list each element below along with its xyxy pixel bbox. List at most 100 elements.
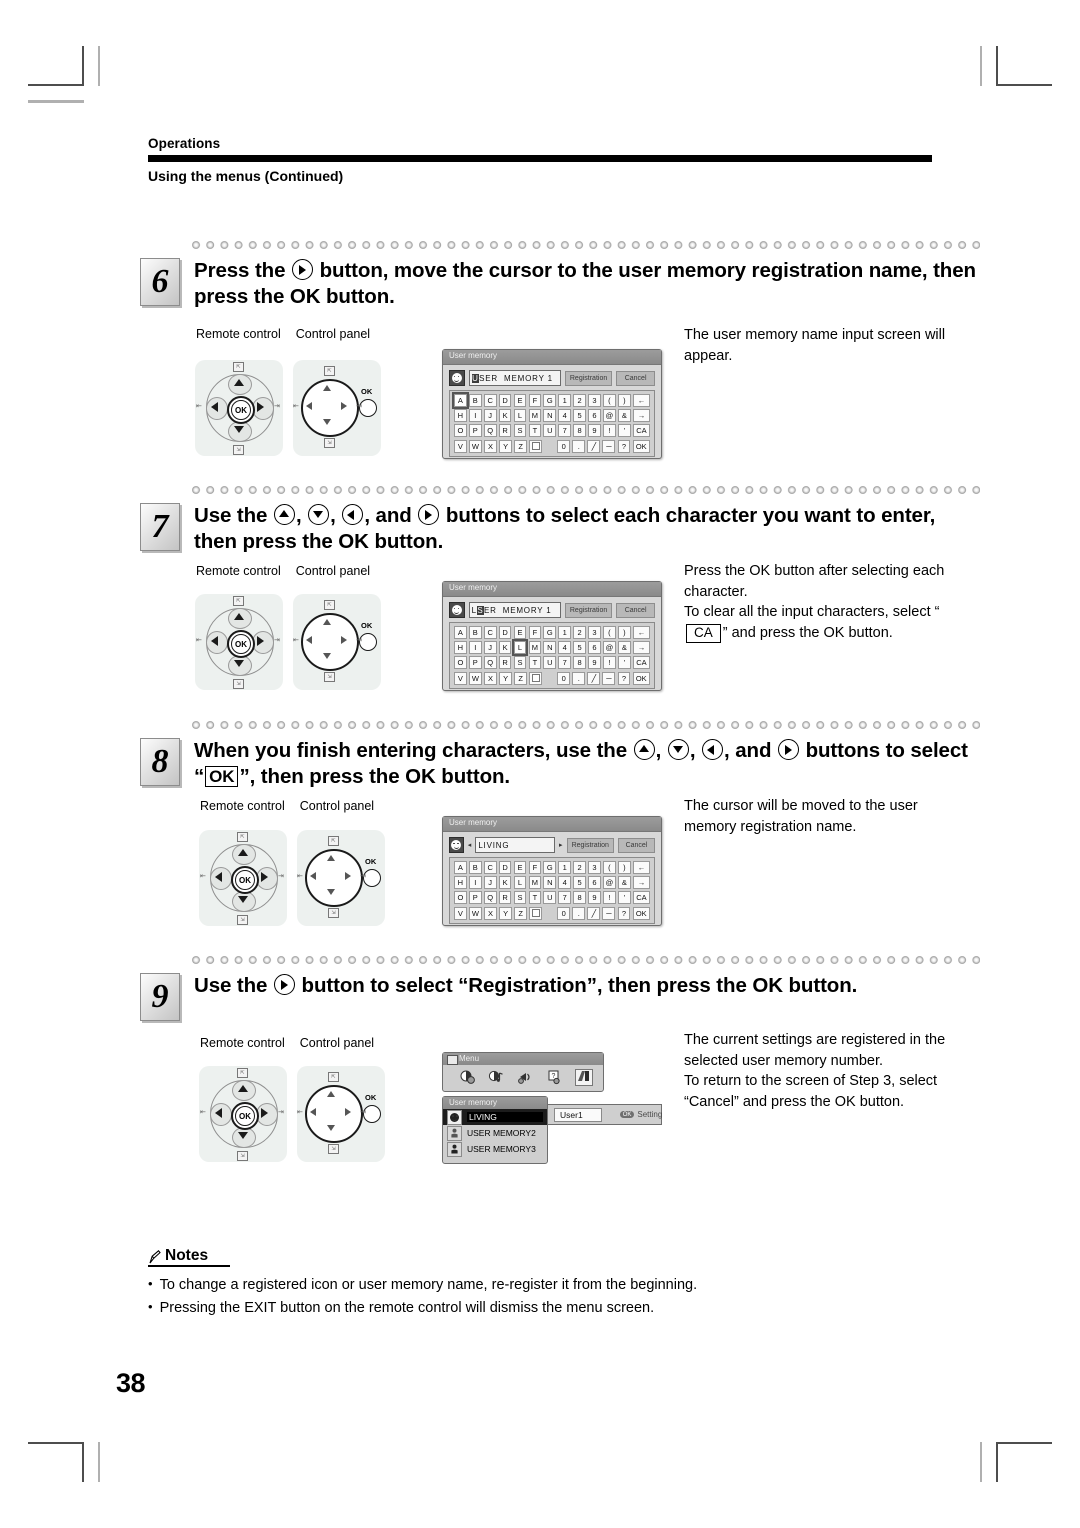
key-0[interactable]: 0 <box>557 671 571 685</box>
key-T[interactable]: T <box>528 424 542 438</box>
key-R[interactable]: R <box>498 424 512 438</box>
key-Z[interactable]: Z <box>514 671 528 685</box>
key-J[interactable]: J <box>483 876 497 890</box>
key-paren-close[interactable]: ) <box>617 394 631 407</box>
key-U[interactable]: U <box>543 891 557 905</box>
key-G[interactable]: G <box>543 626 557 639</box>
key-D[interactable]: D <box>498 861 512 874</box>
key-Q[interactable]: Q <box>483 656 497 670</box>
key-forward[interactable]: → <box>632 876 651 890</box>
key-clear-all[interactable]: CA <box>632 656 651 670</box>
key-M[interactable]: M <box>528 876 542 890</box>
key-dash[interactable]: ─ <box>602 439 616 453</box>
key-S[interactable]: S <box>513 656 527 670</box>
key-J[interactable]: J <box>483 641 497 655</box>
user-memory-row-living[interactable]: LIVING <box>443 1109 547 1125</box>
key-X[interactable]: X <box>484 906 497 920</box>
key-3[interactable]: 3 <box>588 626 601 639</box>
key-H[interactable]: H <box>454 641 467 655</box>
key-A[interactable]: A <box>454 626 467 639</box>
cancel-button-6[interactable]: Cancel <box>616 370 655 386</box>
key-H[interactable]: H <box>454 409 467 423</box>
key-C[interactable]: C <box>483 626 497 639</box>
key-I[interactable]: I <box>468 641 482 655</box>
key-paren-open[interactable]: ( <box>603 861 616 874</box>
key-7[interactable]: 7 <box>558 424 572 438</box>
osd-keyboard-6[interactable]: A B C D E F G 1 2 3 ( ) ← H I J K L M N … <box>449 390 655 457</box>
key-E[interactable]: E <box>513 394 527 407</box>
key-1[interactable]: 1 <box>558 626 572 639</box>
key-Y[interactable]: Y <box>499 439 512 453</box>
key-ampersand[interactable]: & <box>617 641 631 655</box>
key-N[interactable]: N <box>543 409 557 423</box>
key-3[interactable]: 3 <box>588 861 601 874</box>
key-backspace[interactable]: ← <box>632 626 651 639</box>
key-8[interactable]: 8 <box>573 424 586 438</box>
key-space[interactable] <box>529 906 543 920</box>
key-at[interactable]: @ <box>603 876 616 890</box>
key-B[interactable]: B <box>468 861 482 874</box>
key-paren-close[interactable]: ) <box>617 626 631 639</box>
key-S[interactable]: S <box>513 891 527 905</box>
key-E[interactable]: E <box>513 626 527 639</box>
key-forward[interactable]: → <box>632 641 651 655</box>
key-6[interactable]: 6 <box>588 409 601 423</box>
key-T[interactable]: T <box>528 891 542 905</box>
registration-button-8[interactable]: Registration <box>566 837 614 853</box>
key-L[interactable]: L <box>511 639 529 657</box>
key-J[interactable]: J <box>483 409 497 423</box>
key-4[interactable]: 4 <box>558 409 572 423</box>
key-O[interactable]: O <box>454 424 467 438</box>
key-V[interactable]: V <box>454 671 467 685</box>
key-7[interactable]: 7 <box>558 656 572 670</box>
key-slash[interactable]: ╱ <box>587 906 601 920</box>
key-question[interactable]: ? <box>617 439 631 453</box>
key-paren-open[interactable]: ( <box>603 626 616 639</box>
key-ok[interactable]: OK <box>632 671 650 685</box>
key-6[interactable]: 6 <box>588 876 601 890</box>
key-N[interactable]: N <box>543 876 557 890</box>
key-Y[interactable]: Y <box>499 671 512 685</box>
key-forward[interactable]: → <box>632 409 651 423</box>
key-M[interactable]: M <box>528 409 542 423</box>
key-ampersand[interactable]: & <box>617 876 631 890</box>
key-X[interactable]: X <box>484 671 497 685</box>
key-1[interactable]: 1 <box>558 394 572 407</box>
key-exclaim[interactable]: ! <box>603 891 616 905</box>
name-input-field-8[interactable]: LIVING <box>475 837 556 853</box>
key-ok[interactable]: OK <box>632 906 650 920</box>
audio-menu-icon[interactable] <box>488 1070 505 1085</box>
key-O[interactable]: O <box>454 656 467 670</box>
key-question[interactable]: ? <box>617 906 631 920</box>
key-P[interactable]: P <box>468 656 482 670</box>
cancel-button-7[interactable]: Cancel <box>616 602 655 618</box>
key-6[interactable]: 6 <box>588 641 601 655</box>
key-8[interactable]: 8 <box>573 656 586 670</box>
key-5[interactable]: 5 <box>573 876 586 890</box>
key-9[interactable]: 9 <box>588 424 601 438</box>
key-C[interactable]: C <box>483 861 497 874</box>
user-memory-row-3[interactable]: USER MEMORY3 <box>443 1141 547 1157</box>
key-apostrophe[interactable]: ' <box>617 891 631 905</box>
key-M[interactable]: M <box>528 641 542 655</box>
key-S[interactable]: S <box>513 424 527 438</box>
key-3[interactable]: 3 <box>588 394 601 407</box>
user-memory-row-2[interactable]: USER MEMORY2 <box>443 1125 547 1141</box>
key-space[interactable] <box>529 671 543 685</box>
registration-button-7[interactable]: Registration <box>564 602 613 618</box>
key-4[interactable]: 4 <box>558 641 572 655</box>
key-D[interactable]: D <box>498 394 512 407</box>
key-1[interactable]: 1 <box>558 861 572 874</box>
key-L[interactable]: L <box>513 876 527 890</box>
key-Q[interactable]: Q <box>483 891 497 905</box>
key-exclaim[interactable]: ! <box>603 424 616 438</box>
key-at[interactable]: @ <box>603 409 616 423</box>
user-slot-name[interactable]: User1 <box>554 1107 602 1122</box>
key-F[interactable]: F <box>528 626 542 639</box>
key-0[interactable]: 0 <box>557 439 571 453</box>
key-K[interactable]: K <box>498 641 512 655</box>
key-2[interactable]: 2 <box>573 626 586 639</box>
key-dash[interactable]: ─ <box>602 906 616 920</box>
key-F[interactable]: F <box>528 394 542 407</box>
key-question[interactable]: ? <box>617 671 631 685</box>
